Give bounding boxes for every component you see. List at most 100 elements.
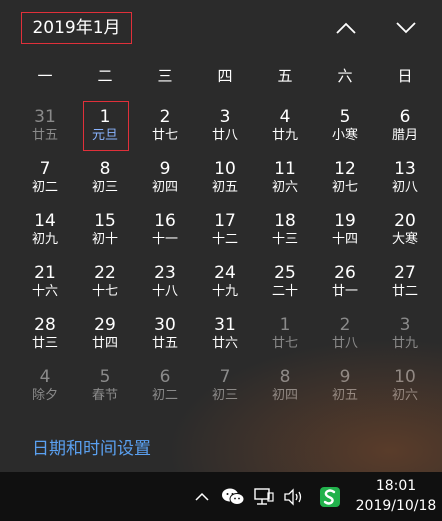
calendar-day[interactable]: 31 廿五 bbox=[15, 100, 75, 152]
sogou-input-icon bbox=[320, 487, 340, 507]
day-number: 25 bbox=[274, 263, 296, 283]
calendar-day[interactable]: 2 廿八 bbox=[315, 308, 375, 360]
lunar-date: 初二 bbox=[151, 388, 178, 403]
lunar-date: 小寒 bbox=[331, 128, 358, 143]
calendar-day[interactable]: 6 腊月 bbox=[375, 100, 435, 152]
calendar-day[interactable]: 20 大寒 bbox=[375, 204, 435, 256]
calendar-day[interactable]: 9 初五 bbox=[315, 360, 375, 412]
taskbar: 18:01 2019/10/18 bbox=[0, 472, 442, 521]
calendar-day[interactable]: 23 十八 bbox=[135, 256, 195, 308]
calendar-day[interactable]: 14 初九 bbox=[15, 204, 75, 256]
lunar-date: 初五 bbox=[211, 180, 238, 195]
day-number: 23 bbox=[154, 263, 176, 283]
lunar-date: 初三 bbox=[91, 180, 118, 195]
day-number: 24 bbox=[214, 263, 236, 283]
calendar-day[interactable]: 3 廿八 bbox=[195, 100, 255, 152]
lunar-date: 廿一 bbox=[331, 284, 358, 299]
lunar-date: 大寒 bbox=[391, 232, 418, 247]
calendar-day[interactable]: 10 初五 bbox=[195, 152, 255, 204]
calendar-day[interactable]: 4 除夕 bbox=[15, 360, 75, 412]
lunar-date: 十八 bbox=[151, 284, 178, 299]
show-hidden-icons-button[interactable] bbox=[192, 486, 212, 508]
calendar-day[interactable]: 1 廿七 bbox=[255, 308, 315, 360]
calendar-day[interactable]: 27 廿二 bbox=[375, 256, 435, 308]
calendar-day[interactable]: 28 廿三 bbox=[15, 308, 75, 360]
day-number: 6 bbox=[159, 367, 171, 387]
calendar-day[interactable]: 15 初十 bbox=[75, 204, 135, 256]
calendar-flyout: 2019年1月 一 二 三 四 五 六 日 31 廿五 1 元旦 2 廿七 3 廿八 4 廿九 5 小… bbox=[0, 0, 442, 472]
lunar-date: 春节 bbox=[91, 388, 118, 403]
day-number: 4 bbox=[279, 107, 291, 127]
lunar-date: 廿六 bbox=[211, 336, 238, 351]
lunar-date: 十九 bbox=[211, 284, 238, 299]
calendar-day[interactable]: 4 廿九 bbox=[255, 100, 315, 152]
lunar-date: 初八 bbox=[391, 180, 418, 195]
lunar-date: 腊月 bbox=[391, 128, 418, 143]
lunar-date: 廿二 bbox=[391, 284, 418, 299]
day-number: 7 bbox=[219, 367, 231, 387]
day-number: 2 bbox=[159, 107, 171, 127]
calendar-day[interactable]: 2 廿七 bbox=[135, 100, 195, 152]
day-number: 8 bbox=[99, 159, 111, 179]
calendar-day[interactable]: 3 廿九 bbox=[375, 308, 435, 360]
calendar-day[interactable]: 10 初六 bbox=[375, 360, 435, 412]
calendar-day[interactable]: 7 初三 bbox=[195, 360, 255, 412]
day-number: 6 bbox=[399, 107, 411, 127]
network-icon bbox=[254, 488, 274, 505]
input-method-tray-button[interactable] bbox=[318, 486, 342, 508]
day-number: 30 bbox=[154, 315, 176, 335]
calendar-day[interactable]: 5 春节 bbox=[75, 360, 135, 412]
calendar-day[interactable]: 30 廿五 bbox=[135, 308, 195, 360]
wechat-tray-button[interactable] bbox=[220, 486, 246, 508]
calendar-day[interactable]: 6 初二 bbox=[135, 360, 195, 412]
calendar-day[interactable]: 11 初六 bbox=[255, 152, 315, 204]
lunar-date: 初九 bbox=[31, 232, 58, 247]
calendar-day[interactable]: 24 十九 bbox=[195, 256, 255, 308]
calendar-day[interactable]: 21 十六 bbox=[15, 256, 75, 308]
calendar-day-selected[interactable]: 1 元旦 bbox=[75, 100, 135, 152]
lunar-date: 廿五 bbox=[151, 336, 178, 351]
weekday-label: 一 bbox=[37, 67, 53, 85]
network-tray-button[interactable] bbox=[252, 486, 276, 508]
calendar-day[interactable]: 12 初七 bbox=[315, 152, 375, 204]
calendar-day[interactable]: 17 十二 bbox=[195, 204, 255, 256]
calendar-day[interactable]: 7 初二 bbox=[15, 152, 75, 204]
day-number: 9 bbox=[339, 367, 351, 387]
calendar-day[interactable]: 8 初三 bbox=[75, 152, 135, 204]
lunar-date: 初五 bbox=[331, 388, 358, 403]
calendar-day[interactable]: 19 十四 bbox=[315, 204, 375, 256]
calendar-day[interactable]: 22 十七 bbox=[75, 256, 135, 308]
day-number: 27 bbox=[394, 263, 416, 283]
day-number: 5 bbox=[339, 107, 351, 127]
chevron-up-icon bbox=[195, 492, 209, 501]
day-number: 14 bbox=[34, 211, 56, 231]
previous-month-button[interactable] bbox=[332, 14, 360, 42]
calendar-day[interactable]: 29 廿四 bbox=[75, 308, 135, 360]
taskbar-clock[interactable]: 18:01 2019/10/18 bbox=[352, 476, 440, 516]
calendar-day[interactable]: 9 初四 bbox=[135, 152, 195, 204]
next-month-button[interactable] bbox=[392, 14, 420, 42]
lunar-date: 廿三 bbox=[31, 336, 58, 351]
lunar-date: 初二 bbox=[31, 180, 58, 195]
lunar-date: 廿八 bbox=[331, 336, 358, 351]
day-number: 10 bbox=[214, 159, 236, 179]
calendar-day[interactable]: 16 十一 bbox=[135, 204, 195, 256]
day-number: 22 bbox=[94, 263, 116, 283]
day-number: 8 bbox=[279, 367, 291, 387]
calendar-day[interactable]: 8 初四 bbox=[255, 360, 315, 412]
calendar-day[interactable]: 18 十三 bbox=[255, 204, 315, 256]
day-number: 13 bbox=[394, 159, 416, 179]
volume-icon bbox=[284, 488, 302, 506]
calendar-day[interactable]: 26 廿一 bbox=[315, 256, 375, 308]
volume-tray-button[interactable] bbox=[282, 486, 304, 508]
calendar-day[interactable]: 31 廿六 bbox=[195, 308, 255, 360]
lunar-date: 元旦 bbox=[91, 128, 118, 143]
lunar-date: 十二 bbox=[211, 232, 238, 247]
calendar-day[interactable]: 25 二十 bbox=[255, 256, 315, 308]
day-number: 9 bbox=[159, 159, 171, 179]
month-year-button[interactable]: 2019年1月 bbox=[21, 12, 132, 44]
calendar-day[interactable]: 13 初八 bbox=[375, 152, 435, 204]
calendar-day[interactable]: 5 小寒 bbox=[315, 100, 375, 152]
date-time-settings-link[interactable]: 日期和时间设置 bbox=[32, 434, 151, 459]
lunar-date: 初六 bbox=[391, 388, 418, 403]
